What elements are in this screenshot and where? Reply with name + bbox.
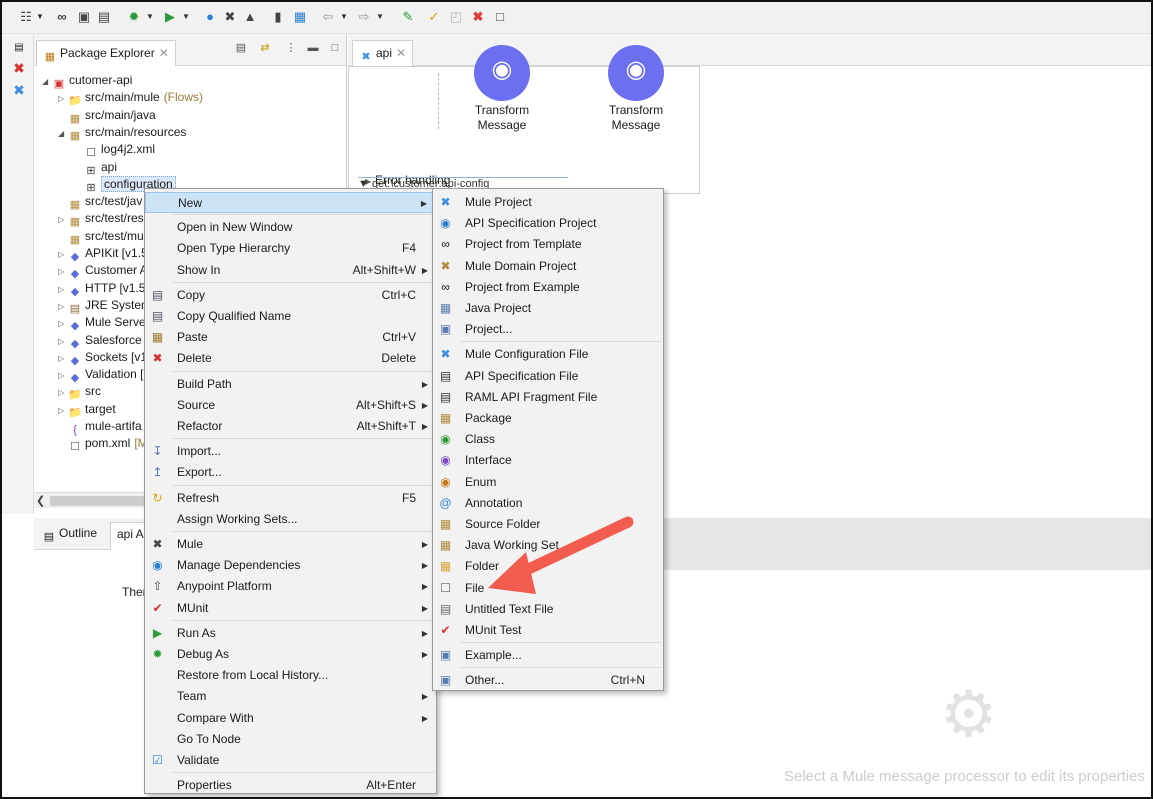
- arrow-shaft: [512, 516, 634, 580]
- eclipse-window: ☷ ▼ ∞ ▣ ▤ ✹ ▼ ▶ ▼ ● ✖ ▲ ▮ ▦ ⇦ ▼ ⇨ ▼ ✎ ✓ …: [0, 0, 1153, 799]
- arrow-head: [488, 552, 536, 594]
- annotation-arrow: [488, 516, 634, 594]
